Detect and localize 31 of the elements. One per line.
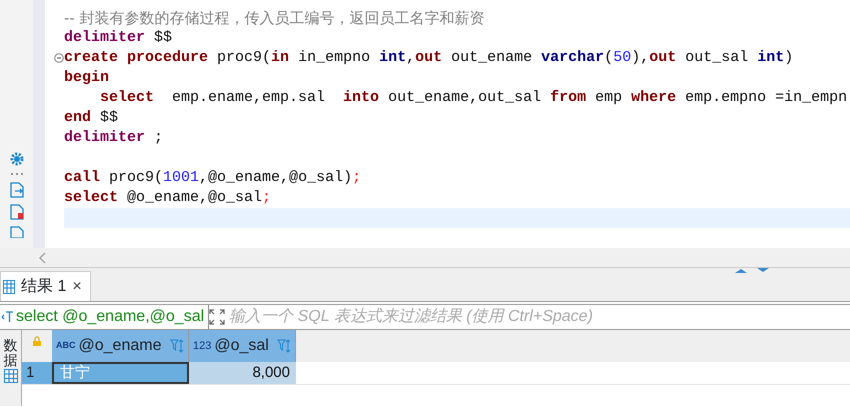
row-number[interactable]: 1 [22,362,52,384]
code-line: begin [64,69,110,86]
collapse-icon[interactable] [54,53,64,63]
result-tab[interactable]: 结果 1 × [0,271,91,301]
code-line: delimiter $$ [64,29,172,46]
expand-icon[interactable] [209,309,226,325]
code-line: select @o_ename,@o_sal; [64,189,272,206]
file-error-icon[interactable] [10,204,24,220]
column-header[interactable]: ABC @o_ename [52,330,189,362]
filter-query[interactable]: select @o_ename,@o_sal [14,305,210,329]
code-line: create procedure proc9(in in_empno int,out out_ename varchar(50),out out_sal int) [64,49,794,66]
lock-icon [33,336,41,346]
filter-sort-icon[interactable] [277,339,291,353]
code-line: end $$ [64,109,118,126]
text-filter-icon[interactable] [0,310,14,324]
close-button[interactable]: × [72,274,82,298]
filter-sort-icon[interactable] [170,339,184,353]
file-icon[interactable] [10,226,24,238]
table-icon [3,280,15,294]
data-panel-tab[interactable]: 数据 [4,338,18,369]
code-line: select emp.ename,emp.sal into out_ename,out_sal from emp where emp.empno =in_empn [99,89,848,106]
code-line: -- 封装有参数的存储过程，传入员工编号，返回员工名字和薪资 [64,11,485,28]
code-line: call proc9(1001,@o_ename,@o_sal); [64,169,362,186]
export-icon[interactable] [10,182,24,198]
column-header[interactable]: 123 @o_sal [189,330,296,362]
more-icon[interactable] [10,172,24,176]
settings-icon[interactable] [10,152,24,166]
code-line: delimiter ; [64,129,164,146]
table-cell[interactable]: 8,000 [189,362,296,384]
grid-icon[interactable] [4,368,18,383]
filter-field[interactable]: 输入一个 SQL 表达式来过滤结果 (使用 Ctrl+Space) [225,305,850,329]
